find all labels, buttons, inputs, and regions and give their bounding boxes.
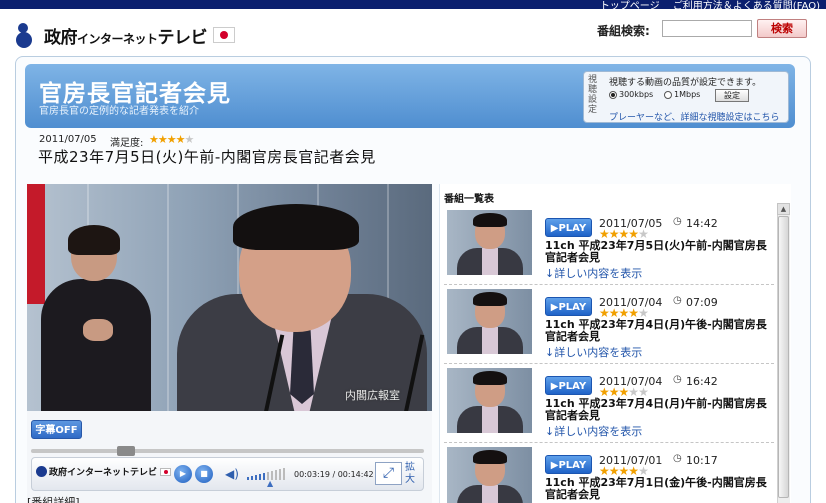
top-nav-links: トップページ ご利用方法＆よくある質問(FAQ) <box>590 0 820 12</box>
item-title[interactable]: 11ch 平成23年7月4日(月)午前-内閣官房長官記者会見 <box>545 398 770 422</box>
stop-icon[interactable]: ■ <box>195 465 213 483</box>
detail-tab[interactable]: [番組詳細] <box>27 494 80 503</box>
play-icon[interactable]: ▶ <box>174 465 192 483</box>
sign-language-interpreter <box>41 225 151 411</box>
program-thumbnail[interactable] <box>447 289 532 354</box>
item-detail-link[interactable]: ↓詳しい内容を表示 <box>545 344 642 360</box>
video-watermark: 内閣広報室 <box>345 389 400 402</box>
radio-empty-icon <box>664 90 672 99</box>
curtain-pleat <box>167 184 169 411</box>
item-time: 14:42 <box>686 217 718 230</box>
star-empty-icon: ★ <box>184 133 195 146</box>
logo-mark-icon <box>16 23 40 48</box>
video-screen[interactable]: 内閣広報室 <box>27 184 432 411</box>
site-logo[interactable]: 政府インターネットテレビ <box>16 20 236 50</box>
scroll-up-arrow-icon[interactable]: ▲ <box>777 203 790 215</box>
quality-option-300kbps[interactable]: 300kbps <box>609 90 653 99</box>
volume-handle-icon[interactable]: ▲ <box>267 479 273 488</box>
item-title[interactable]: 11ch 平成23年7月4日(月)午後-内閣官房長官記者会見 <box>545 319 770 343</box>
quality-settings-panel: 視聴設定 視聴する動画の品質が設定できます。 300kbps 1Mbps 設定 … <box>583 71 789 123</box>
volume-slider[interactable] <box>247 466 291 480</box>
fullscreen-label: 拡大 <box>405 462 415 485</box>
top-nav-faq-link[interactable]: ご利用方法＆よくある質問(FAQ) <box>673 1 820 12</box>
player-logo: 政府インターネットテレビ <box>36 465 172 478</box>
item-title[interactable]: 11ch 平成23年7月1日(金)午後-内閣官房長官記者会見 <box>545 477 770 501</box>
play-button[interactable]: ▶PLAY <box>545 218 592 237</box>
top-nav-home-link[interactable]: トップページ <box>600 1 660 12</box>
search-button[interactable]: 検索 <box>757 19 807 38</box>
play-button[interactable]: ▶PLAY <box>545 297 592 316</box>
quality-option-1mbps[interactable]: 1Mbps <box>664 90 700 99</box>
star-filled-icon: ★ <box>157 133 168 146</box>
play-button[interactable]: ▶PLAY <box>545 455 592 474</box>
program-list-item: ▶PLAY 2011/07/01 ◷ 10:17 ★★★★★ 11ch 平成23… <box>444 443 774 503</box>
program-title: 平成23年7月5日(火)午前-内閣官房長官記者会見 <box>38 148 376 166</box>
item-time: 07:09 <box>686 296 718 309</box>
item-time: 16:42 <box>686 375 718 388</box>
clock-icon: ◷ <box>673 295 682 306</box>
program-thumbnail[interactable] <box>447 447 532 503</box>
item-title[interactable]: 11ch 平成23年7月5日(火)午前-内閣官房長官記者会見 <box>545 240 770 264</box>
playback-time: 00:03:19 / 00:14:42 <box>294 470 374 479</box>
program-rating-stars: ★★★★★ <box>149 133 195 146</box>
top-nav-bar: トップページ ご利用方法＆よくある質問(FAQ) <box>0 0 826 12</box>
clock-icon: ◷ <box>673 453 682 464</box>
clock-icon: ◷ <box>673 374 682 385</box>
volume-icon[interactable]: ◀) <box>225 467 239 481</box>
japan-flag-icon <box>160 467 172 476</box>
program-list-item: ▶PLAY 2011/07/05 ◷ 14:42 ★★★★★ 11ch 平成23… <box>444 206 774 285</box>
clock-icon: ◷ <box>673 216 682 227</box>
speaker-figure <box>177 194 427 411</box>
scrollbar-thumb[interactable] <box>778 216 789 498</box>
item-detail-link[interactable]: ↓詳しい内容を表示 <box>545 265 642 281</box>
program-list-item: ▶PLAY 2011/07/04 ◷ 16:42 ★★★★★ 11ch 平成23… <box>444 364 774 443</box>
seek-bar[interactable] <box>31 449 424 453</box>
item-detail-link[interactable]: ↓詳しい内容を表示 <box>545 423 642 439</box>
seek-handle[interactable] <box>117 446 135 456</box>
star-filled-icon: ★ <box>166 133 177 146</box>
fullscreen-button[interactable]: ⤢ <box>375 462 402 485</box>
quality-apply-button[interactable]: 設定 <box>715 89 749 102</box>
subtitle-toggle-button[interactable]: 字幕OFF <box>31 420 82 439</box>
logo-text: 政府インターネットテレビ <box>44 27 208 48</box>
program-list-item: ▶PLAY 2011/07/04 ◷ 07:09 ★★★★★ 11ch 平成23… <box>444 285 774 364</box>
quality-detail-link[interactable]: プレーヤーなど、詳細な視聴設定はこちら <box>609 110 780 123</box>
logo-mark-icon <box>36 466 47 477</box>
channel-subtitle: 官房長官の定例的な記者発表を紹介 <box>39 106 199 117</box>
star-filled-icon: ★ <box>175 133 186 146</box>
program-thumbnail[interactable] <box>447 368 532 433</box>
search-input[interactable] <box>662 20 752 37</box>
radio-selected-icon <box>609 90 617 99</box>
play-button[interactable]: ▶PLAY <box>545 376 592 395</box>
search-label: 番組検索: <box>597 24 650 38</box>
program-list-heading: 番組一覧表 <box>444 194 494 205</box>
quality-heading: 視聴する動画の品質が設定できます。 <box>609 78 762 88</box>
item-time: 10:17 <box>686 454 718 467</box>
japan-flag-icon <box>213 27 236 43</box>
program-date: 2011/07/05 <box>39 134 97 145</box>
star-filled-icon: ★ <box>149 133 159 146</box>
program-thumbnail[interactable] <box>447 210 532 275</box>
quality-side-label: 視聴設定 <box>588 75 598 115</box>
